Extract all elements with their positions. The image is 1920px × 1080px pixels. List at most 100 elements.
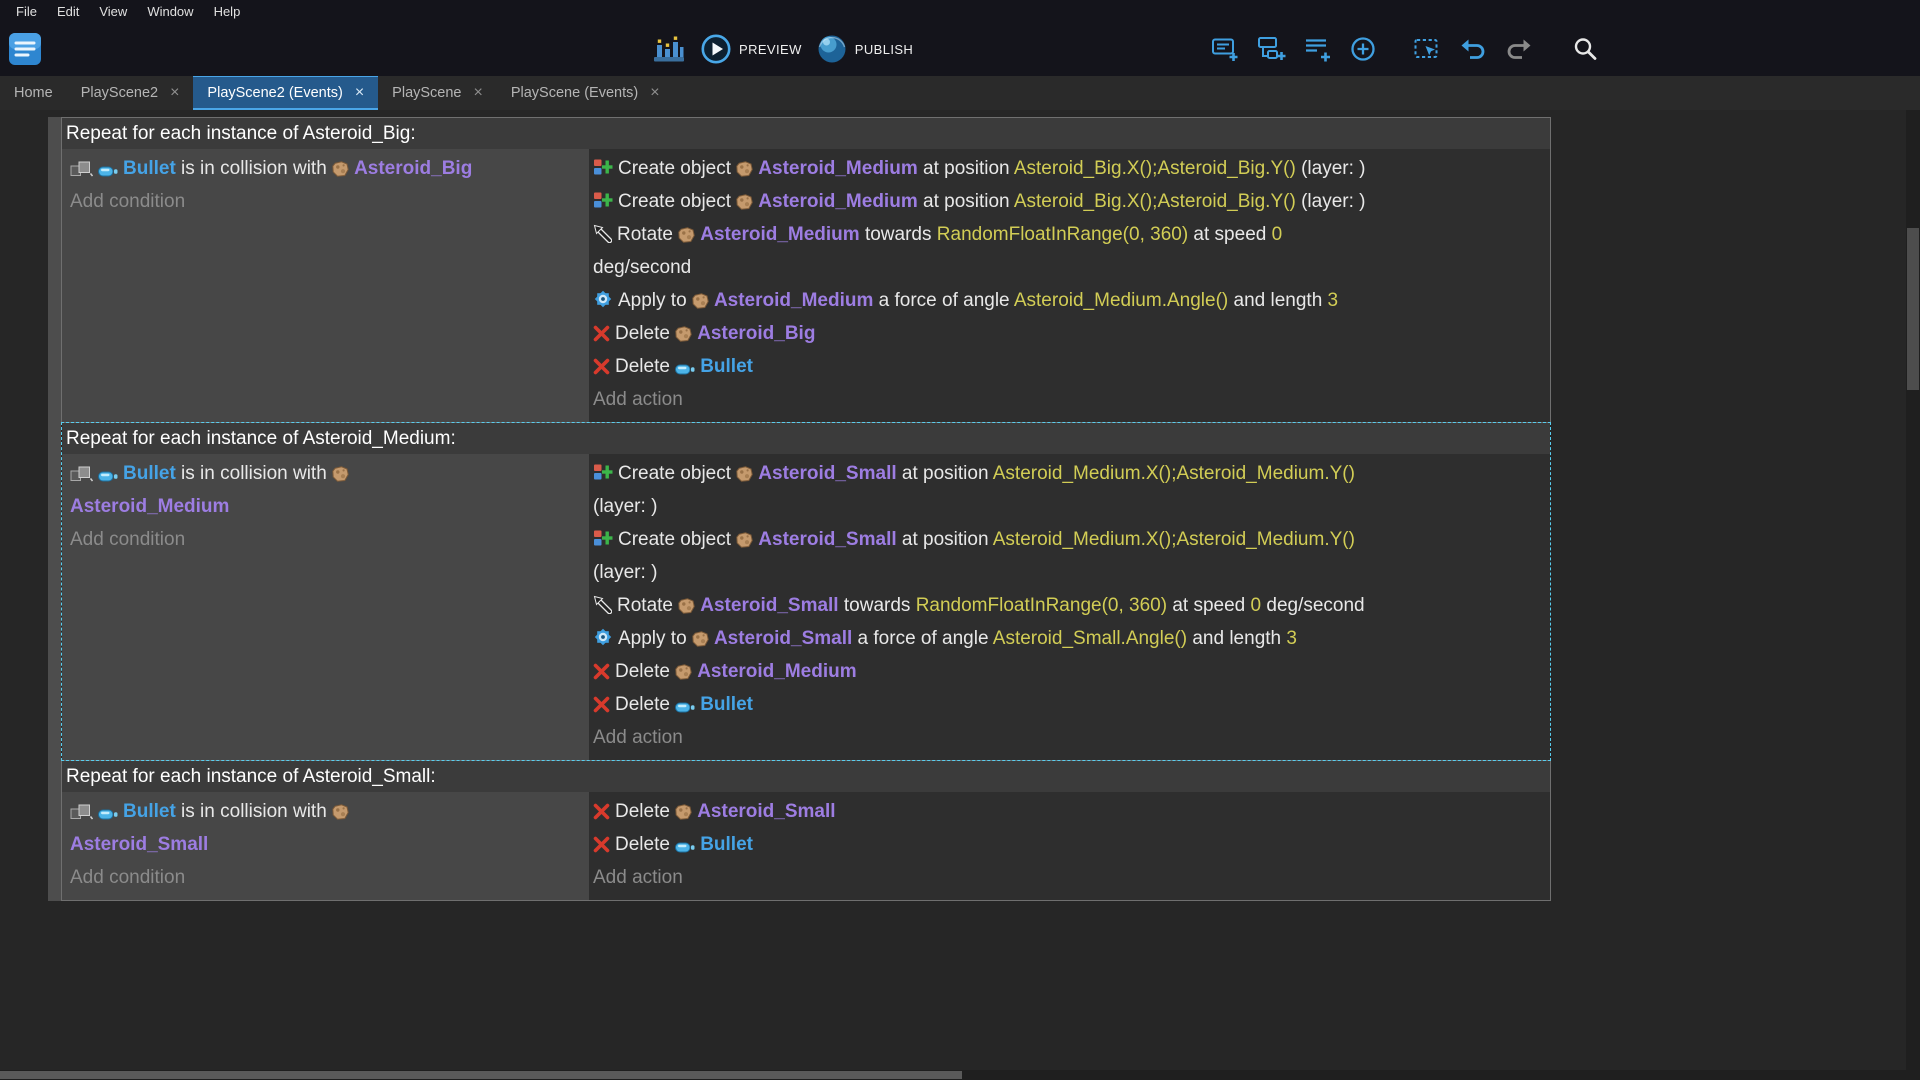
event-header[interactable]: Repeat for each instance of Asteroid_Med… [62, 423, 1550, 454]
bullet-icon [675, 364, 695, 375]
condition-row[interactable]: Bullet is in collision with Asteroid_Big [70, 152, 581, 185]
tab-close-icon[interactable]: × [650, 85, 659, 101]
add-subevent-button[interactable] [1254, 32, 1288, 66]
event-body: Bullet is in collision with Asteroid_Sma… [62, 792, 1550, 900]
add-subevent-icon [1256, 34, 1286, 64]
text: Delete [615, 356, 675, 377]
add-condition-link[interactable]: Add condition [70, 185, 581, 218]
action-row[interactable]: Create object Asteroid_Small at position… [593, 523, 1542, 589]
toolbar-right [1208, 22, 1602, 76]
object-name: Asteroid_Medium [758, 158, 917, 179]
event-header[interactable]: Repeat for each instance of Asteroid_Big… [62, 118, 1550, 149]
publish-button[interactable]: PUBLISH [816, 33, 913, 65]
condition-row[interactable]: Bullet is in collision with Asteroid_Sma… [70, 795, 581, 861]
expression: RandomFloatInRange(0, 360) [937, 224, 1188, 245]
vertical-scrollbar[interactable] [1906, 110, 1920, 1070]
expression: 0 [1272, 224, 1283, 245]
choose-event-button[interactable] [1410, 32, 1444, 66]
action-row[interactable]: Create object Asteroid_Medium at positio… [593, 152, 1542, 185]
add-comment-button[interactable] [1300, 32, 1334, 66]
bullet-icon [98, 471, 118, 482]
action-row[interactable]: Delete Bullet [593, 688, 1542, 721]
preview-button[interactable]: PREVIEW [700, 33, 802, 65]
action-row[interactable]: Apply to Asteroid_Medium a force of angl… [593, 284, 1542, 317]
condition-row[interactable]: Bullet is in collision with Asteroid_Med… [70, 457, 581, 523]
expression: Asteroid_Medium.X();Asteroid_Medium.Y() [993, 463, 1355, 484]
horizontal-scrollbar[interactable] [0, 1070, 1906, 1080]
add-action-link[interactable]: Add action [593, 383, 1542, 416]
tab-close-icon[interactable]: × [170, 85, 179, 101]
tab-playscene-events[interactable]: PlayScene (Events)× [497, 76, 674, 110]
object-name: Asteroid_Small [700, 595, 838, 616]
text: Delete [615, 661, 675, 682]
vertical-scrollbar-thumb[interactable] [1907, 228, 1919, 390]
action-row[interactable]: Rotate Asteroid_Medium towards RandomFlo… [593, 218, 1542, 284]
action-row[interactable]: Rotate Asteroid_Small towards RandomFloa… [593, 589, 1542, 622]
events-sheet: Repeat for each instance of Asteroid_Big… [0, 110, 1906, 1070]
conditions-column: Bullet is in collision with Asteroid_Sma… [62, 792, 589, 900]
preview-play-icon [700, 33, 732, 65]
action-row[interactable]: Create object Asteroid_Small at position… [593, 457, 1542, 523]
tab-playscene2-events[interactable]: PlayScene2 (Events) × [193, 76, 378, 110]
choose-event-icon [1412, 34, 1442, 64]
action-row[interactable]: Delete Asteroid_Small [593, 795, 1542, 828]
add-new-icon [1348, 34, 1378, 64]
bullet-icon [675, 842, 695, 853]
add-event-button[interactable] [1208, 32, 1242, 66]
rotate-icon [593, 595, 612, 614]
tab-playscene2[interactable]: PlayScene2× [67, 76, 194, 110]
event-body: Bullet is in collision with Asteroid_Med… [62, 454, 1550, 760]
redo-button[interactable] [1502, 32, 1536, 66]
toolbar-center: PREVIEW PUBLISH [652, 22, 913, 76]
menu-bar: FileEditViewWindowHelp [0, 0, 1920, 22]
collision-icon [70, 161, 93, 177]
menu-file[interactable]: File [6, 2, 47, 21]
expression: Asteroid_Medium.Angle() [1014, 290, 1228, 311]
action-row[interactable]: Delete Bullet [593, 828, 1542, 861]
object-name: Asteroid_Medium [758, 191, 917, 212]
text: at position [897, 463, 993, 484]
add-condition-link[interactable]: Add condition [70, 523, 581, 556]
add-condition-link[interactable]: Add condition [70, 861, 581, 894]
project-manager-button[interactable] [8, 32, 42, 66]
tab-close-icon[interactable]: × [355, 85, 364, 101]
menu-help[interactable]: Help [204, 2, 251, 21]
action-row[interactable]: Delete Bullet [593, 350, 1542, 383]
factory-button[interactable] [652, 32, 686, 66]
rotate-icon [593, 224, 612, 243]
conditions-column: Bullet is in collision with Asteroid_Big… [62, 149, 589, 422]
add-new-button[interactable] [1346, 32, 1380, 66]
tab-label: PlayScene2 (Events) [207, 85, 342, 101]
add-action-link[interactable]: Add action [593, 861, 1542, 894]
event-drag-rail[interactable] [48, 117, 61, 901]
force-icon [593, 289, 613, 309]
delete-icon [593, 663, 610, 680]
create-icon [593, 190, 613, 210]
tab-playscene[interactable]: PlayScene× [378, 76, 497, 110]
publish-globe-icon [816, 33, 848, 65]
menu-view[interactable]: View [89, 2, 137, 21]
menu-window[interactable]: Window [137, 2, 203, 21]
expression: 0 [1251, 595, 1262, 616]
force-icon [593, 627, 613, 647]
tab-close-icon[interactable]: × [474, 85, 483, 101]
asteroid-icon [692, 631, 709, 647]
event-header[interactable]: Repeat for each instance of Asteroid_Sma… [62, 761, 1550, 792]
action-row[interactable]: Delete Asteroid_Medium [593, 655, 1542, 688]
search-button[interactable] [1568, 32, 1602, 66]
text: at speed [1167, 595, 1250, 616]
action-row[interactable]: Create object Asteroid_Medium at positio… [593, 185, 1542, 218]
text: Delete [615, 694, 675, 715]
expression: 3 [1328, 290, 1339, 311]
action-row[interactable]: Apply to Asteroid_Small a force of angle… [593, 622, 1542, 655]
asteroid-icon [675, 804, 692, 820]
add-action-link[interactable]: Add action [593, 721, 1542, 754]
undo-button[interactable] [1456, 32, 1490, 66]
horizontal-scrollbar-thumb[interactable] [0, 1071, 962, 1079]
object-name: Asteroid_Small [70, 834, 208, 855]
text: Apply to [618, 290, 692, 311]
tab-home[interactable]: Home [0, 76, 67, 110]
action-row[interactable]: Delete Asteroid_Big [593, 317, 1542, 350]
menu-edit[interactable]: Edit [47, 2, 89, 21]
tab-bar: HomePlayScene2×PlayScene2 (Events)×PlayS… [0, 76, 1920, 110]
